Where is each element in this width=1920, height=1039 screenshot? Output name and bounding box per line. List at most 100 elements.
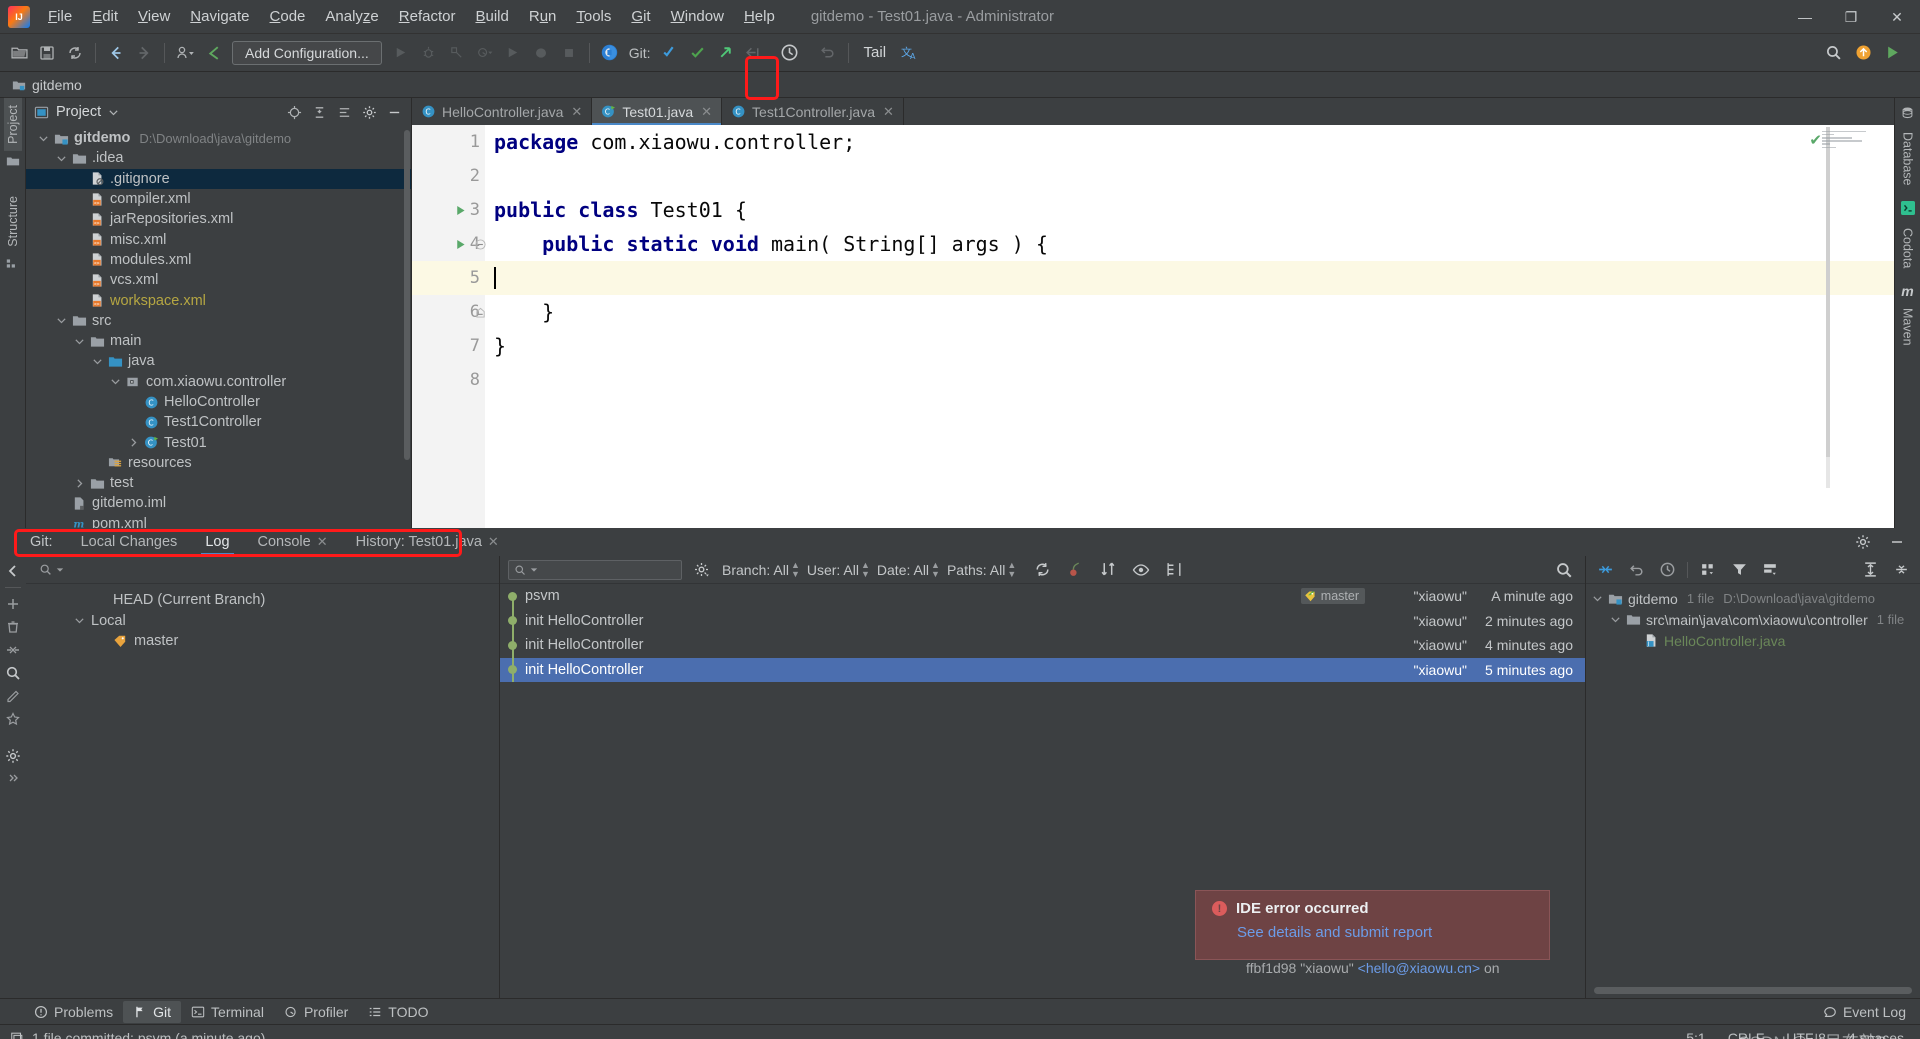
delete-icon[interactable]: [2, 616, 24, 638]
git-window-tab[interactable]: Local Changes: [67, 530, 192, 554]
expand-more-icon[interactable]: [2, 768, 24, 790]
editor-tab[interactable]: C Test01.java ✕: [592, 98, 723, 125]
locate-target-icon[interactable]: [283, 101, 305, 123]
filter-paths[interactable]: Paths: All ▲ ▼: [947, 560, 1016, 579]
collapse-all-icon[interactable]: [308, 101, 330, 123]
menu-refactor[interactable]: Refactor: [389, 4, 466, 29]
ide-update-icon[interactable]: [1850, 40, 1876, 66]
project-tree-row[interactable]: .idea: [26, 148, 411, 168]
commit-row[interactable]: init HelloController "xiaowu" 4 minutes ag…: [500, 633, 1585, 658]
editor-scrollbar-thumb[interactable]: [1826, 127, 1830, 457]
editor-tab[interactable]: C HelloController.java ✕: [412, 98, 593, 125]
gutter-run-icon[interactable]: [454, 193, 468, 227]
menu-run[interactable]: Run: [519, 4, 567, 29]
git-show-history-icon[interactable]: [777, 40, 803, 66]
chevron-down-icon[interactable]: [56, 153, 67, 164]
settings-gear-icon[interactable]: [2, 745, 24, 767]
project-tree-row[interactable]: <> compiler.xml: [26, 189, 411, 209]
sync-refresh-icon[interactable]: [62, 40, 88, 66]
tail-button[interactable]: Tail: [856, 44, 895, 61]
arrows-collapse-icon[interactable]: [1592, 557, 1618, 583]
chevron-down-icon[interactable]: [38, 133, 49, 144]
run-icon[interactable]: [388, 40, 414, 66]
collapse-all-icon[interactable]: [1888, 557, 1914, 583]
run-coverage-icon[interactable]: [444, 40, 470, 66]
run-anything-icon[interactable]: [500, 40, 526, 66]
history-icon[interactable]: [1654, 557, 1680, 583]
changed-file-row[interactable]: src\main\java\com\xiaowu\controller 1 fil…: [1586, 609, 1920, 630]
bottom-tab-problems[interactable]: Problems: [24, 1001, 123, 1023]
details-horizontal-scrollbar[interactable]: [1594, 987, 1912, 994]
git-pull-icon[interactable]: [657, 40, 683, 66]
project-tree-row[interactable]: C Test1Controller: [26, 412, 411, 432]
add-icon[interactable]: [2, 593, 24, 615]
search-everywhere-icon[interactable]: [1820, 40, 1846, 66]
settings-gear-icon[interactable]: [358, 101, 380, 123]
project-tree-row[interactable]: test: [26, 473, 411, 493]
bottom-tab-profiler[interactable]: Profiler: [274, 1001, 358, 1023]
git-window-tab[interactable]: History: Test01.java ✕: [342, 530, 513, 554]
close-icon[interactable]: ✕: [701, 104, 712, 120]
update-project-icon[interactable]: [597, 40, 623, 66]
code-line[interactable]: public class Test01 {: [485, 193, 1894, 227]
project-tree-row[interactable]: C HelloController: [26, 392, 411, 412]
log-settings-gear-icon[interactable]: [689, 557, 715, 583]
branch-tree[interactable]: HEAD (Current Branch) Local master: [26, 584, 499, 998]
breadcrumb-project[interactable]: gitdemo: [32, 77, 82, 93]
project-scrollbar-thumb[interactable]: [404, 130, 410, 460]
maximize-button[interactable]: ❐: [1828, 0, 1874, 34]
filter-branch[interactable]: Branch: All ▲ ▼: [722, 560, 800, 579]
project-tree-row[interactable]: src: [26, 311, 411, 331]
status-message[interactable]: 1 file committed: psvm (a minute ago): [32, 1030, 265, 1039]
menu-edit[interactable]: Edit: [82, 4, 128, 29]
translate-icon[interactable]: 文A: [896, 40, 922, 66]
branch-tree-row[interactable]: master: [26, 631, 499, 652]
code-line[interactable]: public static void main( String[] args )…: [485, 227, 1894, 261]
hide-panel-icon[interactable]: [383, 101, 405, 123]
menu-git[interactable]: Git: [621, 4, 660, 29]
collapse-all-icon[interactable]: [2, 639, 24, 661]
add-configuration-button[interactable]: Add Configuration...: [232, 40, 382, 65]
minimize-button[interactable]: —: [1782, 0, 1828, 34]
gutter-run-icon[interactable]: [454, 227, 468, 261]
chevron-down-icon[interactable]: [56, 315, 67, 326]
group-icon[interactable]: [1695, 557, 1721, 583]
project-tree-row[interactable]: com.xiaowu.controller: [26, 372, 411, 392]
menu-view[interactable]: View: [128, 4, 180, 29]
git-commit-icon[interactable]: [685, 40, 711, 66]
menu-navigate[interactable]: Navigate: [180, 4, 259, 29]
expand-all-icon[interactable]: [333, 101, 355, 123]
open-project-icon[interactable]: [6, 40, 32, 66]
settings-gear-icon[interactable]: [1850, 529, 1876, 555]
forward-arrow-icon[interactable]: [131, 40, 157, 66]
notification-link[interactable]: See details and submit report: [1237, 924, 1549, 941]
profile-dropdown-icon[interactable]: [172, 40, 198, 66]
git-push-icon[interactable]: [713, 40, 739, 66]
stop-icon[interactable]: [528, 40, 554, 66]
project-tree-row[interactable]: m pom.xml: [26, 514, 411, 528]
project-tree-row[interactable]: <> vcs.xml: [26, 270, 411, 290]
code-line[interactable]: [485, 261, 1894, 295]
code-line[interactable]: [485, 159, 1894, 193]
close-icon[interactable]: ✕: [488, 534, 499, 550]
chevron-down-icon[interactable]: [92, 356, 103, 367]
menu-file[interactable]: File: [38, 4, 82, 29]
sidebar-item-database[interactable]: Database: [1899, 125, 1917, 193]
chevron-right-icon[interactable]: [74, 478, 85, 489]
code-line[interactable]: }: [485, 329, 1894, 363]
branch-tree-row[interactable]: Local: [26, 611, 499, 632]
project-tree-row[interactable]: C Test01: [26, 432, 411, 452]
sidebar-item-maven[interactable]: Maven: [1899, 301, 1917, 353]
chevron-down-icon[interactable]: [74, 336, 85, 347]
expand-all-icon[interactable]: [1857, 557, 1883, 583]
undo-icon[interactable]: [200, 40, 226, 66]
git-revert-icon[interactable]: [741, 40, 767, 66]
error-notification[interactable]: IDE error occurred See details and submi…: [1195, 890, 1550, 960]
chevron-down-icon[interactable]: [74, 615, 85, 626]
branch-tree-row[interactable]: HEAD (Current Branch): [26, 590, 499, 611]
caret-position[interactable]: 5:1: [1686, 1030, 1705, 1039]
menu-analyze[interactable]: Analyze: [315, 4, 388, 29]
project-tree-row[interactable]: gitdemo.iml: [26, 493, 411, 513]
branch-search-input[interactable]: [34, 560, 491, 580]
menu-window[interactable]: Window: [661, 4, 734, 29]
